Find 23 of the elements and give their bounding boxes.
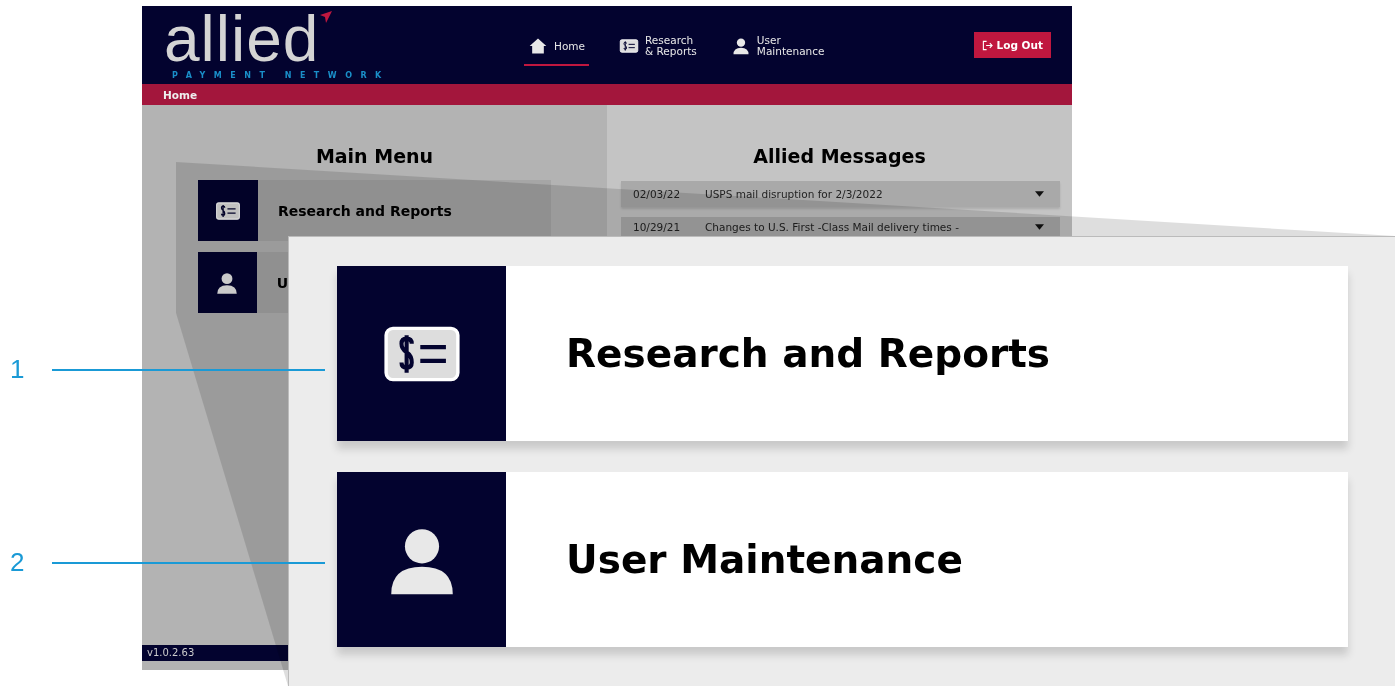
menu-item[interactable]: Research and Reports xyxy=(337,266,1348,441)
section-heading: Main Menu xyxy=(314,145,435,169)
message-row[interactable]: 02/03/22 USPS mail disruption for 2/3/2022 xyxy=(621,181,1060,207)
nav-tab[interactable]: Research & Reports xyxy=(615,31,701,67)
nav-tab[interactable]: Home xyxy=(524,32,589,66)
menu-item[interactable]: U xyxy=(198,252,288,313)
callout-number: 2 xyxy=(10,547,26,578)
breadcrumb: Home xyxy=(163,88,198,101)
menu-item[interactable]: Research and Reports xyxy=(198,180,551,241)
arrow-mark-icon xyxy=(320,10,333,23)
logout-button[interactable]: Log Out xyxy=(973,32,1051,58)
logo-wordmark: allied xyxy=(164,10,320,67)
logo-tagline: PAYMENT NETWORK xyxy=(172,70,390,80)
exit-icon xyxy=(981,39,993,51)
callout-number: 1 xyxy=(10,354,26,385)
caret-icon xyxy=(1035,223,1044,230)
nav-tab[interactable]: User Maintenance xyxy=(726,31,829,67)
message-row[interactable]: 10/29/21 Changes to U.S. First -Class Mail delivery times - xyxy=(621,217,1060,236)
dollar-card-icon xyxy=(619,36,639,56)
menu-item[interactable]: User Maintenance xyxy=(337,472,1348,647)
caret-icon xyxy=(1035,191,1044,197)
section-heading: Allied Messages xyxy=(752,145,927,169)
house-icon xyxy=(528,36,548,56)
